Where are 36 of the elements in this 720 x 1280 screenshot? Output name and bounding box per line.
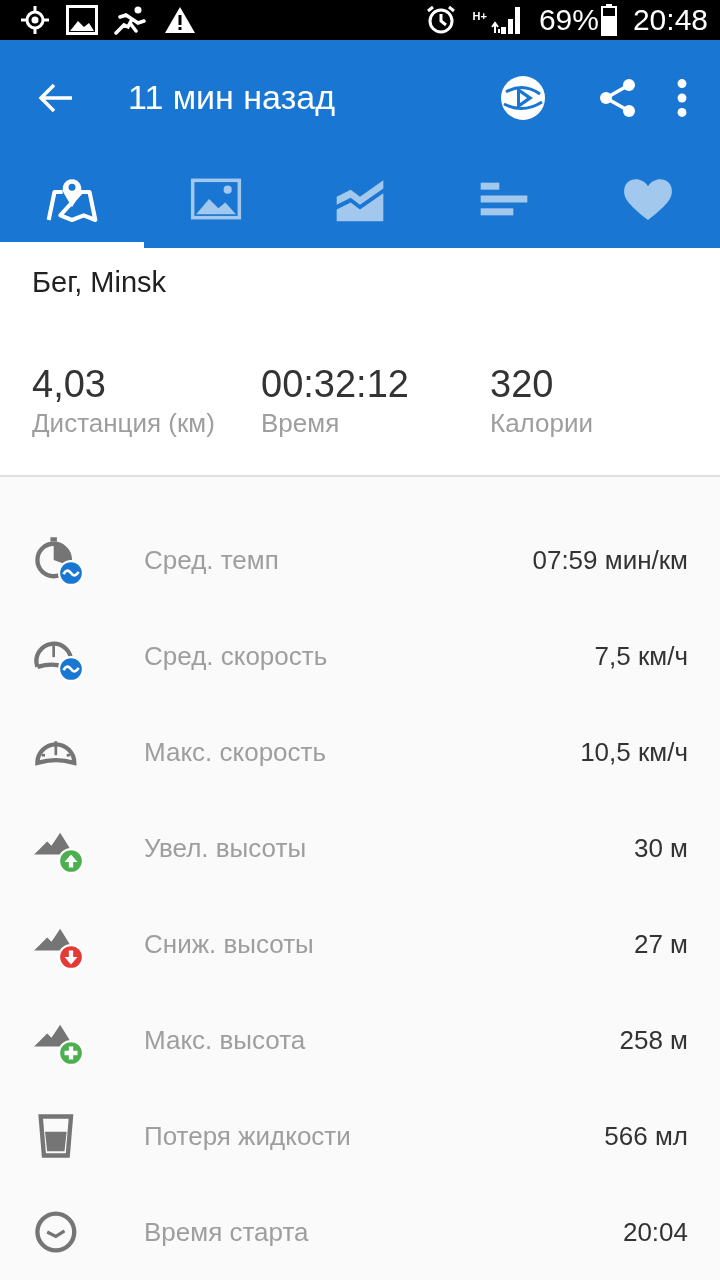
- stat-label: Время старта: [144, 1216, 310, 1248]
- stat-value: 20:04: [622, 1216, 688, 1248]
- summary-label: Время: [261, 408, 341, 440]
- summary-label: Дистанция (км): [32, 408, 216, 440]
- summary-label: Калории: [490, 408, 595, 440]
- location-icon: [20, 5, 50, 36]
- more-icon: [676, 77, 688, 118]
- stat-value: 10,5 км/ч: [580, 736, 688, 768]
- stat-value: 258 м: [619, 1024, 688, 1056]
- stat-value: 30 м: [633, 832, 688, 864]
- summary-value: 320: [490, 363, 555, 407]
- toolbar-title: 11 мин назад: [128, 78, 336, 118]
- play-globe-button[interactable]: [498, 73, 548, 122]
- stat-label: Сниж. высоты: [144, 928, 315, 960]
- network-type: H+: [472, 10, 487, 22]
- activity-title: Бег, Minsk: [32, 266, 168, 300]
- stat-label: Макс. скорость: [144, 736, 328, 768]
- stopwatch-icon: [32, 534, 84, 586]
- stat-label: Макс. высота: [144, 1024, 307, 1056]
- clock-time: 20:48: [632, 3, 708, 38]
- runner-icon: [114, 5, 148, 36]
- stat-label: Увел. высоты: [144, 832, 308, 864]
- signal-icon: [488, 5, 523, 36]
- stat-value: 566 мл: [604, 1120, 688, 1152]
- summary-value: 4,03: [32, 363, 107, 407]
- stat-label: Сред. скорость: [144, 640, 329, 672]
- stat-value: 7,5 км/ч: [594, 640, 688, 672]
- stat-label: Потеря жидкости: [144, 1120, 352, 1152]
- stat-value: 27 м: [633, 928, 688, 960]
- image-icon: [66, 5, 98, 36]
- battery-percent: 69%: [538, 3, 599, 38]
- warning-icon: [164, 6, 196, 35]
- stat-label: Сред. темп: [144, 544, 280, 576]
- summary-value: 00:32:12: [261, 363, 410, 407]
- stat-value: 07:59 мин/км: [532, 544, 688, 576]
- battery-icon: [600, 4, 617, 37]
